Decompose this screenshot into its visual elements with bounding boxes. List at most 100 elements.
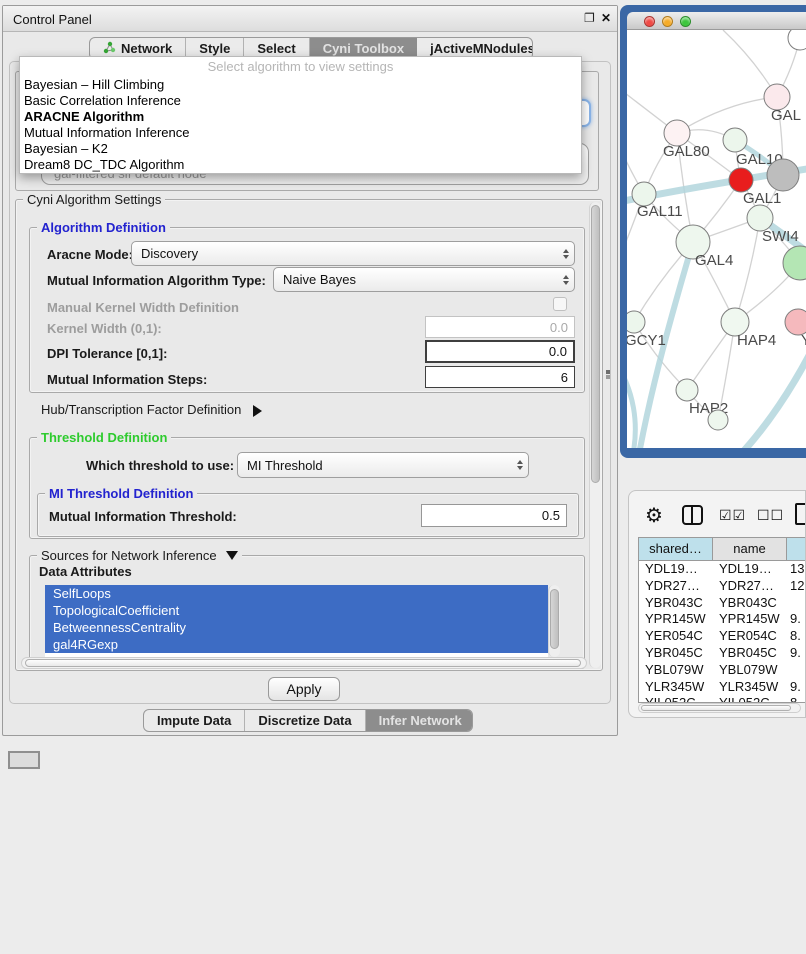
attribute-item-gal4rgexp[interactable]: gal4RGexp (45, 636, 548, 653)
attribute-item-selfloops[interactable]: SelfLoops (45, 585, 548, 602)
table-cell: YDR27… (713, 578, 787, 595)
column-layout-icon[interactable] (682, 505, 703, 525)
algorithm-option-aracne-algorithm[interactable]: ARACNE Algorithm (20, 109, 581, 125)
table-row[interactable]: YBR045CYBR045C9. (639, 645, 806, 662)
column-header-partial[interactable] (787, 538, 806, 560)
zoom-traffic-light-icon[interactable] (680, 16, 691, 27)
table-cell: YDL19… (639, 561, 713, 578)
sources-title[interactable]: Sources for Network Inference (37, 548, 242, 563)
attributes-list-scrollbar-thumb[interactable] (550, 589, 559, 649)
control-panel-title: Control Panel (13, 12, 92, 27)
network-node-gal10[interactable] (723, 128, 747, 152)
gear-icon[interactable]: ⚙ (645, 503, 663, 528)
minimize-traffic-light-icon[interactable] (662, 16, 673, 27)
table-cell: YPR145W (713, 611, 787, 628)
table-header-row: shared…name (639, 538, 806, 561)
table-cell: YBR043C (639, 595, 713, 612)
control-panel-titlebar: Control Panel ❐ ✕ (3, 6, 617, 32)
table-cell: YBL079W (639, 662, 713, 679)
table-row[interactable]: YPR145WYPR145W9. (639, 611, 806, 628)
settings-horizontal-scrollbar[interactable] (21, 657, 587, 669)
select-all-columns-icon[interactable]: ☑☑ (719, 507, 746, 524)
panel-splitter-grip[interactable] (606, 370, 610, 374)
network-node[interactable] (708, 410, 728, 430)
mi-algorithm-type-label: Mutual Information Algorithm Type: (47, 273, 266, 288)
apply-button[interactable]: Apply (268, 677, 340, 701)
settings-vertical-scrollbar[interactable] (589, 202, 601, 668)
network-graph[interactable]: GALGAL80GAL10GAL1GAL11SWI4GAL4GCY1HAP4YH… (627, 30, 806, 448)
tab-label: Impute Data (157, 713, 231, 728)
which-threshold-combo[interactable]: MI Threshold (237, 452, 529, 478)
column-header-name[interactable]: name (713, 538, 787, 560)
mi-steps-label: Mutual Information Steps: (47, 372, 207, 387)
mi-threshold-field[interactable] (421, 504, 567, 527)
network-node-gcy1[interactable] (627, 311, 645, 333)
table-row[interactable]: YLR345WYLR345W9. (639, 679, 806, 696)
network-icon (103, 41, 116, 57)
tab-label: Network (121, 41, 172, 56)
tab-impute-data[interactable]: Impute Data (144, 710, 245, 731)
table-cell: YBR045C (639, 645, 713, 662)
table-row[interactable]: YDL19…YDL19…13 (639, 561, 806, 578)
table-horizontal-scrollbar[interactable] (638, 703, 801, 713)
network-window-titlebar (627, 12, 806, 30)
table-row[interactable]: YDR27…YDR27…12 (639, 578, 806, 595)
aracne-mode-label: Aracne Mode: (47, 247, 133, 262)
table-horizontal-scrollbar-thumb[interactable] (641, 705, 791, 711)
aracne-mode-value: Discovery (141, 246, 198, 261)
collapsed-panel-icon[interactable] (8, 751, 40, 769)
network-node-gal1[interactable] (729, 168, 753, 192)
table-row[interactable]: YIL052CYIL052C8. (639, 695, 806, 703)
attribute-item-betweennesscentrality[interactable]: BetweennessCentrality (45, 619, 548, 636)
tab-infer-network[interactable]: Infer Network (366, 710, 473, 731)
table-row[interactable]: YBL079WYBL079W (639, 662, 806, 679)
manual-kernel-width-checkbox[interactable] (553, 297, 567, 311)
table-cell: YIL052C (639, 695, 713, 703)
table-cell: YDR27… (639, 578, 713, 595)
table-panel-header: Table Panel (620, 458, 806, 490)
network-canvas[interactable]: GALGAL80GAL10GAL1GAL11SWI4GAL4GCY1HAP4YH… (627, 30, 806, 448)
aracne-mode-combo[interactable]: Discovery (131, 241, 575, 266)
settings-vertical-scrollbar-thumb[interactable] (591, 205, 600, 483)
settings-horizontal-scrollbar-thumb[interactable] (25, 659, 581, 667)
hub-tf-definition-expander[interactable]: Hub/Transcription Factor Definition (41, 402, 268, 417)
algorithm-option-bayesian-k2[interactable]: Bayesian – K2 (20, 141, 581, 157)
expander-down-arrow-icon (226, 551, 238, 566)
mi-algorithm-type-combo[interactable]: Naive Bayes (273, 267, 575, 292)
mi-threshold-definition-title: MI Threshold Definition (45, 486, 197, 501)
document-icon[interactable] (795, 503, 806, 525)
attributes-list-scrollbar[interactable] (548, 585, 560, 657)
tab-label: Cyni Toolbox (323, 41, 404, 56)
table-cell (787, 595, 806, 612)
algorithm-option-bayesian-hill-climbing[interactable]: Bayesian – Hill Climbing (20, 77, 581, 93)
tab-label: Style (199, 41, 230, 56)
deselect-all-columns-icon[interactable]: ☐☐ (757, 507, 784, 524)
mi-steps-field[interactable] (425, 366, 575, 388)
network-node[interactable] (783, 246, 806, 280)
attribute-item-topologicalcoefficient[interactable]: TopologicalCoefficient (45, 602, 548, 619)
dpi-tolerance-field[interactable] (425, 340, 575, 363)
algorithm-option-basic-correlation-inference[interactable]: Basic Correlation Inference (20, 93, 581, 109)
algorithm-option-mutual-information-inference[interactable]: Mutual Information Inference (20, 125, 581, 141)
mi-threshold-label: Mutual Information Threshold: (49, 509, 237, 524)
cyni-bottom-tabbar: Impute Data Discretize DataInfer Network (143, 709, 473, 732)
float-window-icon[interactable]: ❐ (584, 11, 598, 25)
column-header-shared…[interactable]: shared… (639, 538, 713, 560)
table-row[interactable]: YBR043CYBR043C (639, 595, 806, 612)
algorithm-dropdown-items: Bayesian – Hill ClimbingBasic Correlatio… (20, 77, 581, 173)
close-panel-icon[interactable]: ✕ (601, 11, 615, 25)
network-node-hap2[interactable] (676, 379, 698, 401)
network-node[interactable] (767, 159, 799, 191)
kernel-width-field[interactable] (425, 316, 575, 338)
table-cell: 13 (787, 561, 806, 578)
tab-label: Select (257, 41, 295, 56)
close-traffic-light-icon[interactable] (644, 16, 655, 27)
table-row[interactable]: YER054CYER054C8. (639, 628, 806, 645)
kernel-width-label: Kernel Width (0,1): (47, 321, 162, 336)
tab-discretize-data[interactable]: Discretize Data (245, 710, 365, 731)
network-node-label: GAL11 (637, 203, 683, 220)
table-panel: ⚙ ☑☑ ☐☐ shared…name YDL19…YDL19…13YDR27…… (628, 490, 806, 718)
algorithm-option-dream8-dc-tdc-algorithm[interactable]: Dream8 DC_TDC Algorithm (20, 157, 581, 173)
threshold-definition-title: Threshold Definition (37, 430, 171, 445)
network-node[interactable] (788, 30, 806, 50)
